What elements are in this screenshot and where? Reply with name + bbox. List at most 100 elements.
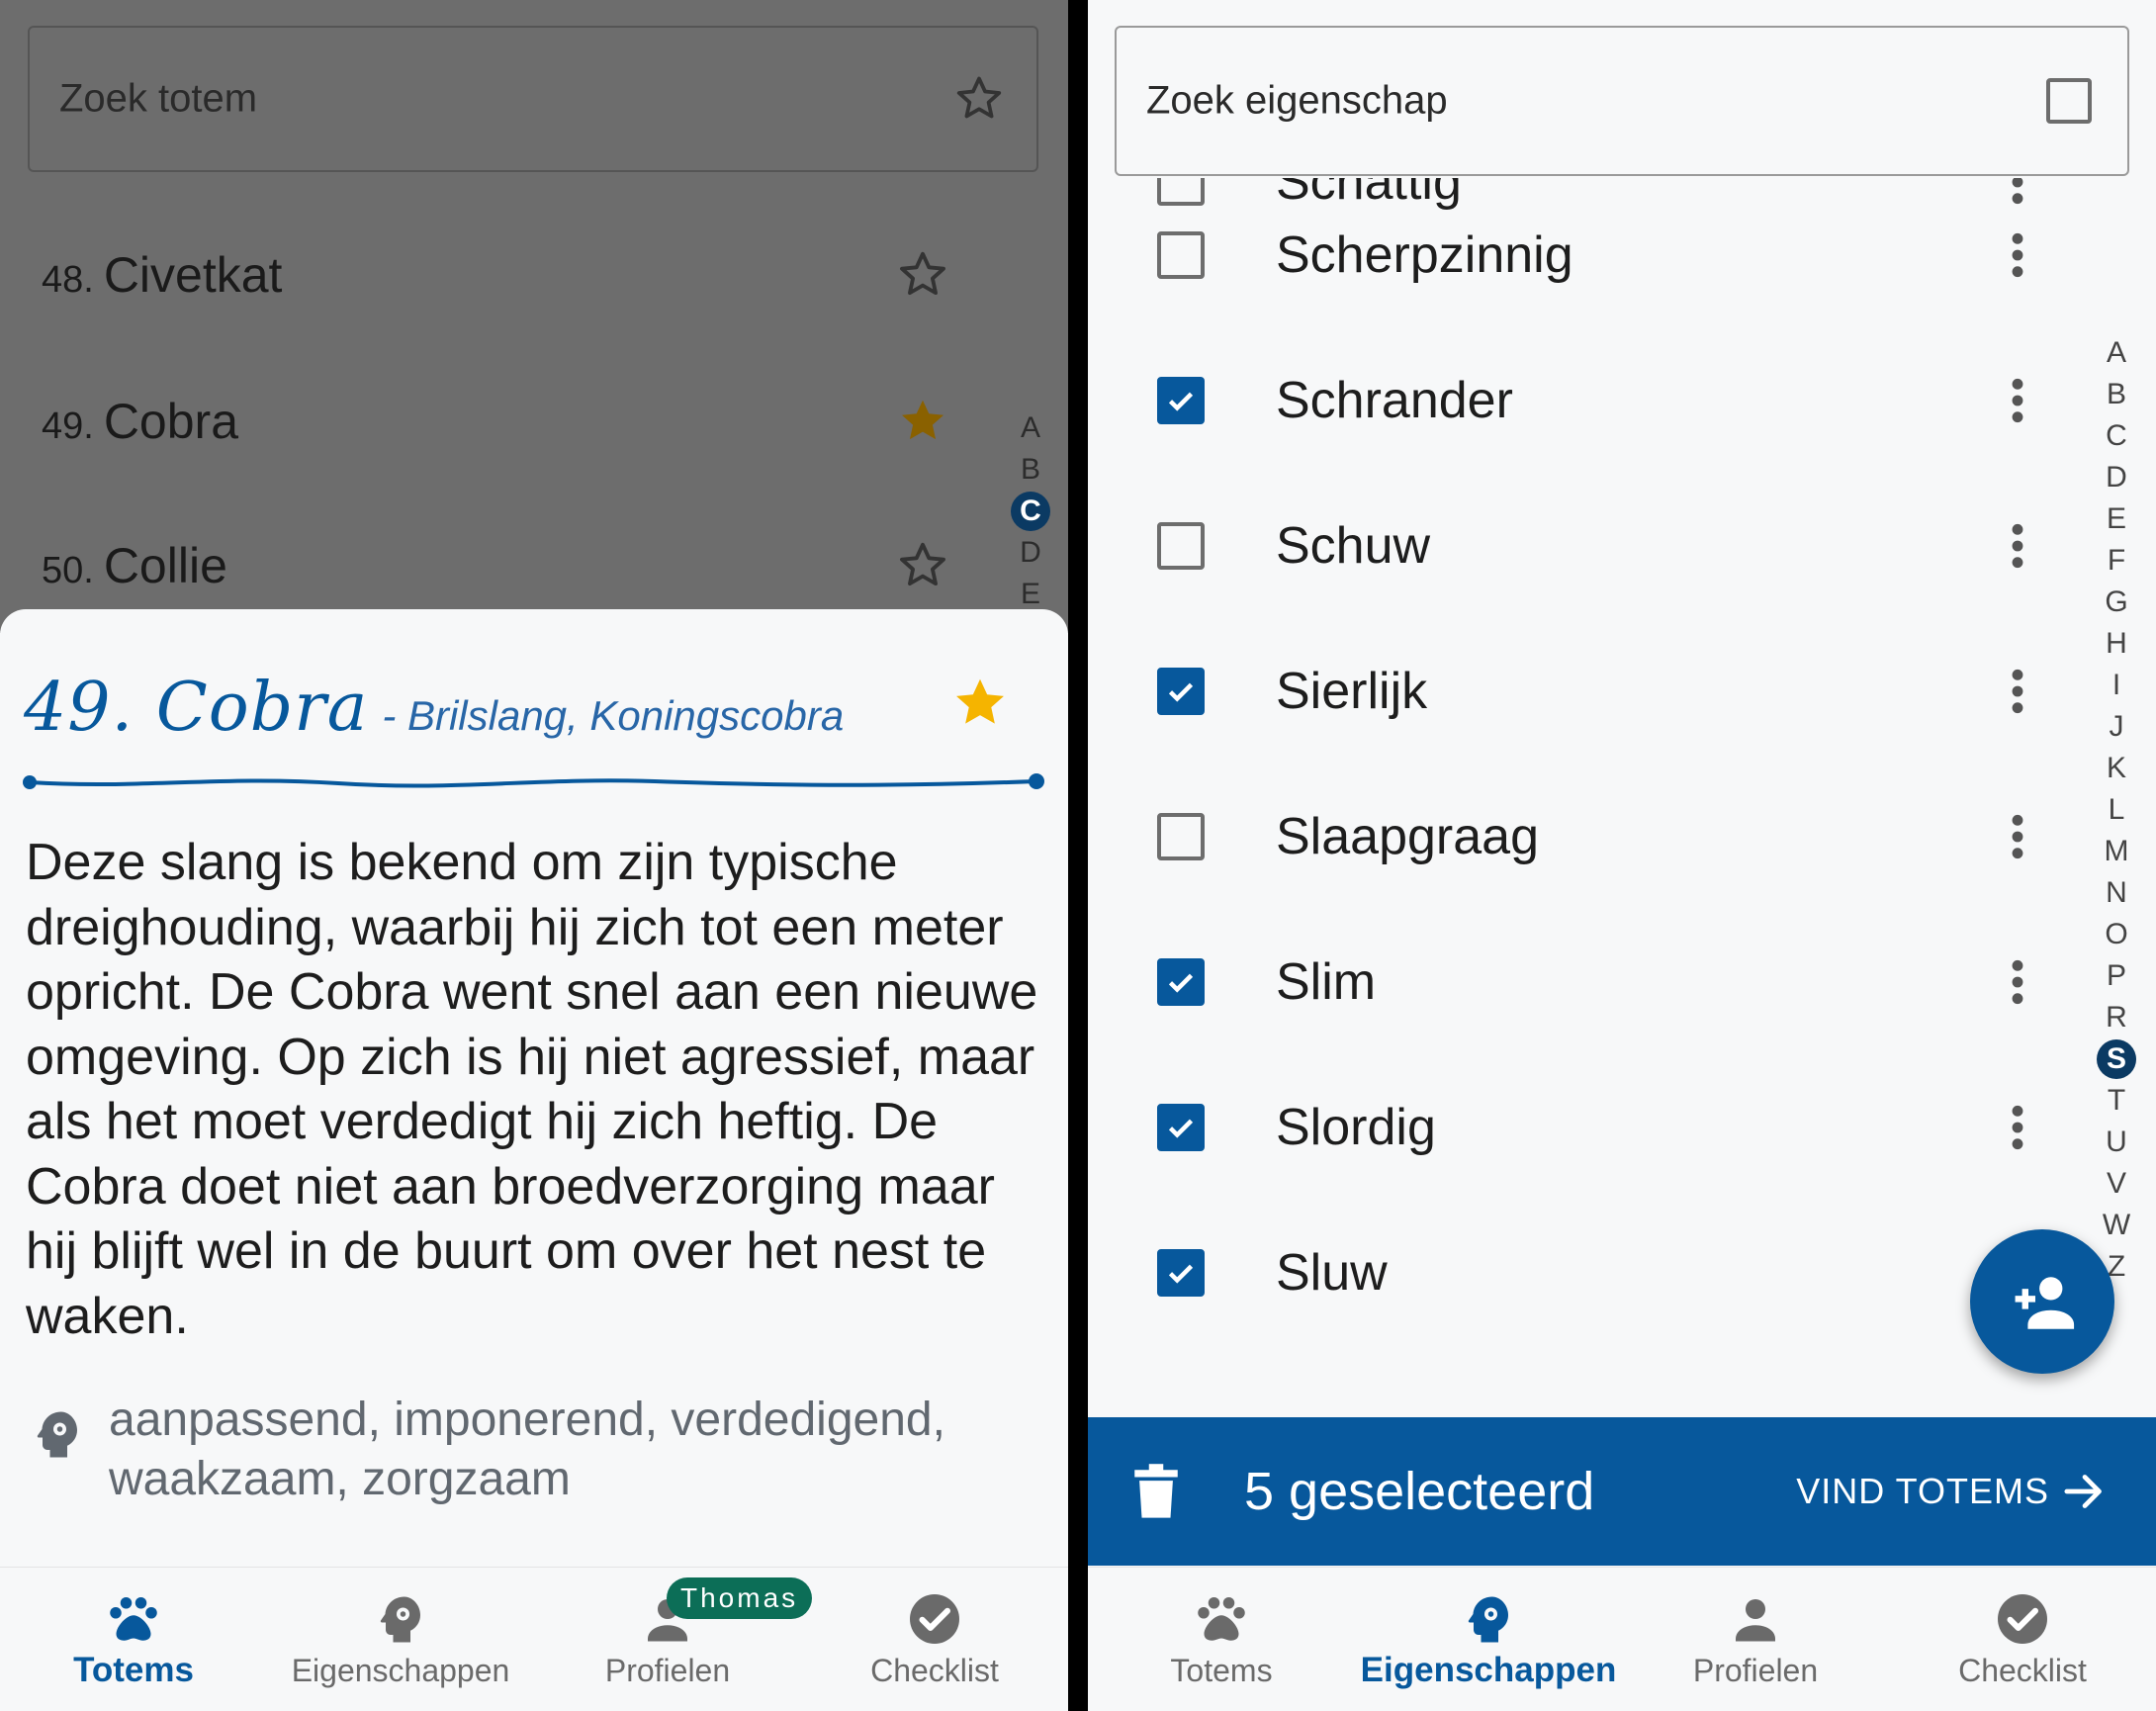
totems-screen: Zoek totem 48. Civetkat 49. Cobra 50. Colli… [0,0,1068,1711]
alphabet-index[interactable]: A B C D E [1011,407,1050,615]
property-name: Schrander [1276,371,1513,429]
detail-description: Deze slang is bekend om zijn typische dr… [26,834,1038,1345]
alphabet-letter[interactable]: G [2097,582,2136,623]
totem-row-cobra[interactable]: 49. Cobra [0,348,999,495]
checkmark-icon [1168,682,1194,702]
star-filled-icon[interactable] [894,393,951,450]
alphabet-letter[interactable]: K [2097,748,2136,789]
alphabet-letter[interactable]: F [2097,540,2136,582]
property-checkbox-checked[interactable] [1157,667,1205,715]
totem-row-civetkat[interactable]: 48. Civetkat [0,202,999,348]
alphabet-letter[interactable]: P [2097,955,2136,997]
totem-name: Civetkat [103,247,283,303]
alphabet-letter[interactable]: M [2097,831,2136,872]
property-name: Slaapgraag [1276,807,1539,865]
property-checkbox-checked[interactable] [1157,957,1205,1006]
property-row-slordig[interactable]: Slordig [1088,1054,2077,1200]
property-row-slim[interactable]: Slim [1088,909,2077,1054]
property-row-schrander[interactable]: Schrander [1088,327,2077,473]
head-gear-icon [380,1596,420,1643]
property-row-sluw[interactable]: Sluw [1088,1200,2077,1345]
totem-number: 50. [42,550,94,591]
star-filled-icon[interactable] [947,671,1013,736]
more-vert-icon[interactable] [2008,376,2027,425]
alphabet-letter[interactable]: A [1011,407,1050,449]
nav-label: Eigenschappen [291,1653,510,1688]
selection-count: 5 geselecteerd [1244,1462,1595,1521]
more-vert-icon[interactable] [2008,521,2027,571]
find-totems-button[interactable]: VIND TOTEMS [1796,1471,2107,1512]
property-name: Slordig [1276,1098,1436,1156]
more-vert-icon[interactable] [2008,1103,2027,1152]
nav-label: Profielen [604,1653,731,1688]
alphabet-letter[interactable]: D [1011,532,1050,574]
eigenschappen-screen: Zoek eigenschap Schattig Scherpzinnig Sc… [1088,0,2156,1711]
totem-number: 48. [42,259,94,301]
alphabet-letter[interactable]: H [2097,623,2136,665]
alphabet-letter[interactable]: C [2097,415,2136,457]
alphabet-letter[interactable]: T [2097,1080,2136,1122]
alphabet-letter[interactable]: L [2097,789,2136,831]
nav-checklist[interactable]: Checklist [801,1568,1068,1711]
bottom-navigation: Totems Eigenschappen Profielen Checklist [1088,1567,2156,1711]
totem-number: 49. [42,405,94,447]
property-checkbox-checked[interactable] [1157,376,1205,424]
alphabet-letter[interactable]: I [2097,665,2136,706]
property-checkbox-checked[interactable] [1157,1248,1205,1297]
nav-profielen[interactable]: Profielen [1622,1568,1889,1711]
add-profile-fab[interactable] [1970,1229,2114,1374]
property-row-schuw[interactable]: Schuw [1088,473,2077,618]
nav-checklist[interactable]: Checklist [1889,1568,2156,1711]
property-checkbox[interactable] [1157,812,1205,860]
nav-totems[interactable]: Totems [0,1568,267,1711]
alphabet-letter-active[interactable]: C [1011,492,1050,531]
property-checkbox[interactable] [1157,230,1205,279]
alphabet-letter[interactable]: V [2097,1163,2136,1205]
head-gear-icon [1468,1596,1508,1643]
star-outline-icon[interactable] [894,537,951,594]
more-vert-icon[interactable] [2008,812,2027,861]
property-row-slaapgraag[interactable]: Slaapgraag [1088,764,2077,909]
title-underline-divider [23,773,1044,789]
property-checkbox[interactable] [1157,521,1205,570]
alphabet-letter[interactable]: J [2097,706,2136,748]
nav-eigenschappen[interactable]: Eigenschappen [267,1568,534,1711]
checkmark-icon [1168,1119,1194,1138]
alphabet-letter[interactable]: O [2097,914,2136,955]
head-gear-icon [37,1411,77,1458]
alphabet-letter[interactable]: B [2097,374,2136,415]
bottom-navigation: Totems Eigenschappen Profielen Checklist… [0,1567,1068,1711]
more-vert-icon[interactable] [2008,230,2027,280]
select-all-checkbox[interactable] [2046,78,2092,124]
property-row-scherpzinnig[interactable]: Scherpzinnig [1088,182,2077,327]
profile-badge: Thomas [667,1577,813,1619]
detail-traits-text: aanpassend, imponerend, verdedigend, waa… [109,1394,945,1505]
alphabet-letter[interactable]: D [2097,457,2136,498]
alphabet-letter[interactable]: E [2097,498,2136,540]
delete-icon[interactable] [1131,1463,1181,1520]
star-outline-icon[interactable] [894,246,951,304]
alphabet-letter[interactable]: R [2097,997,2136,1038]
property-name: Slim [1276,952,1377,1011]
alphabet-letter[interactable]: N [2097,872,2136,914]
totem-search-field[interactable]: Zoek totem [28,26,1038,172]
alphabet-letter[interactable]: U [2097,1122,2136,1163]
alphabet-letter[interactable]: B [1011,449,1050,491]
more-vert-icon[interactable] [2008,667,2027,716]
check-circle-icon [910,1594,959,1644]
nav-totems[interactable]: Totems [1088,1568,1355,1711]
totem-name: Collie [103,538,227,593]
alphabet-letter-active[interactable]: S [2097,1039,2136,1079]
property-row-sierlijk[interactable]: Sierlijk [1088,618,2077,764]
more-vert-icon[interactable] [2008,957,2027,1007]
alphabet-letter[interactable]: W [2097,1205,2136,1246]
alphabet-letter[interactable]: A [2097,332,2136,374]
nav-eigenschappen[interactable]: Eigenschappen [1355,1568,1622,1711]
favorites-filter-star-icon[interactable] [951,71,1007,127]
property-checkbox-checked[interactable] [1157,1103,1205,1151]
alphabet-index[interactable]: A B C D E F G H I J K L M N O P R S T U … [2097,332,2136,1288]
property-name: Sluw [1276,1243,1388,1302]
paw-icon [1198,1597,1245,1641]
property-search-field[interactable]: Zoek eigenschap [1115,26,2129,176]
dimmed-backdrop[interactable]: Zoek totem 48. Civetkat 49. Cobra 50. Colli… [0,0,1068,633]
